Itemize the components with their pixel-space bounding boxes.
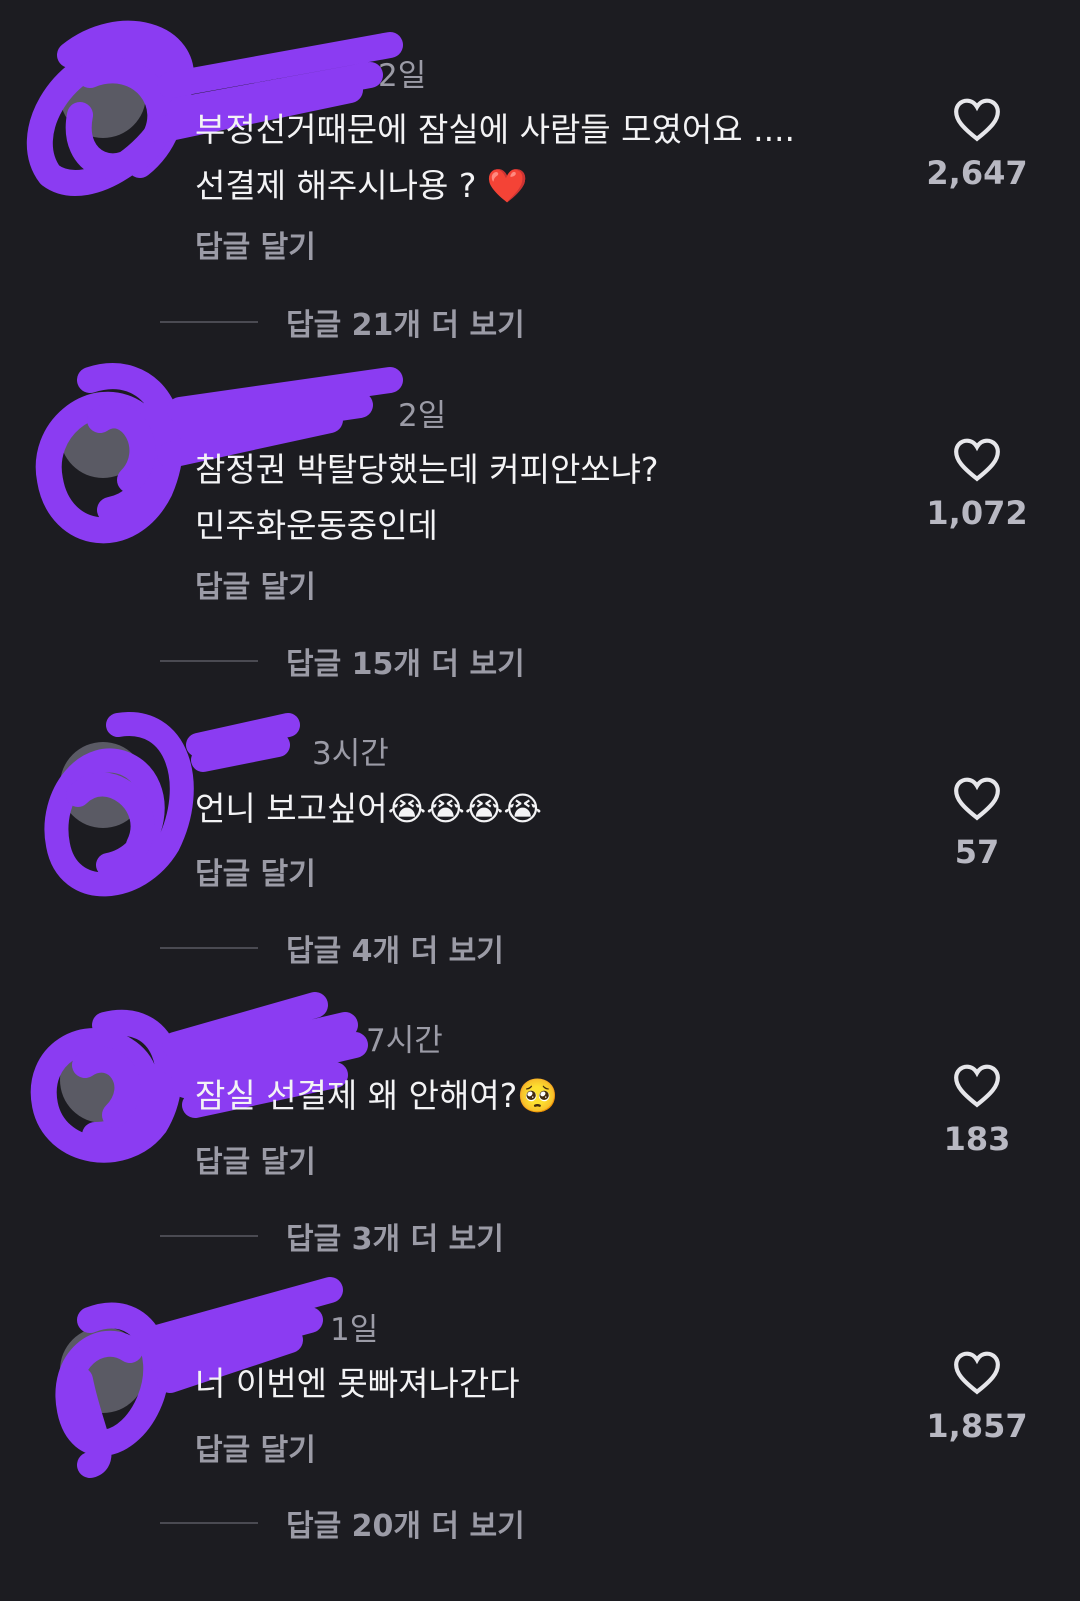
comment-text: 참정권 박탈당했는데 커피안쏘냐? 민주화운동중인데 [195, 450, 659, 545]
comment-text: 언니 보고싶어😭😭😭😭 [195, 789, 542, 828]
view-more-replies[interactable]: 답글 20개 더 보기 [160, 1501, 525, 1545]
like-count: 1,072 [926, 494, 1028, 532]
divider-line [160, 660, 258, 662]
divider-line [160, 321, 258, 323]
like-control: 57 [922, 775, 1032, 871]
reply-button[interactable]: 답글 달기 [195, 1137, 316, 1181]
divider-line [160, 1522, 258, 1524]
like-count: 1,857 [926, 1407, 1028, 1445]
comment-timestamp: 1일 [330, 1312, 379, 1348]
view-more-replies[interactable]: 답글 3개 더 보기 [160, 1214, 504, 1258]
like-control: 1,072 [922, 436, 1032, 532]
comment-timestamp: 3시간 [312, 736, 389, 772]
like-control: 183 [922, 1062, 1032, 1158]
comment-timestamp: 7시간 [366, 1023, 443, 1059]
comment-text: 부정선거때문에 잠실에 사람들 모였어요 .... 선결제 해주시나용 ? ❤️ [195, 110, 796, 205]
view-more-replies[interactable]: 답글 4개 더 보기 [160, 926, 504, 970]
reply-button[interactable]: 답글 달기 [195, 849, 316, 893]
view-more-replies-label[interactable]: 답글 21개 더 보기 [286, 300, 525, 344]
comment-timestamp: 2일 [398, 398, 447, 434]
heart-icon[interactable] [952, 1062, 1002, 1108]
view-more-replies-label[interactable]: 답글 3개 더 보기 [286, 1214, 504, 1258]
like-control: 2,647 [922, 96, 1032, 192]
like-count: 183 [943, 1120, 1011, 1158]
view-more-replies-label[interactable]: 답글 20개 더 보기 [286, 1501, 525, 1545]
view-more-replies[interactable]: 답글 15개 더 보기 [160, 639, 525, 683]
view-more-replies[interactable]: 답글 21개 더 보기 [160, 300, 525, 344]
like-count: 2,647 [926, 154, 1028, 192]
heart-icon[interactable] [952, 436, 1002, 482]
comment-text: 잠실 선결제 왜 안해여?🥺 [195, 1076, 559, 1115]
comment-text: 너 이번엔 못빠져나간다 [195, 1364, 520, 1403]
heart-icon[interactable] [952, 96, 1002, 142]
reply-button[interactable]: 답글 달기 [195, 222, 316, 266]
divider-line [160, 1235, 258, 1237]
divider-line [160, 947, 258, 949]
comment-timestamp: 2일 [378, 58, 427, 94]
view-more-replies-label[interactable]: 답글 4개 더 보기 [286, 926, 504, 970]
like-count: 57 [954, 833, 1000, 871]
view-more-replies-label[interactable]: 답글 15개 더 보기 [286, 639, 525, 683]
like-control: 1,857 [922, 1349, 1032, 1445]
reply-button[interactable]: 답글 달기 [195, 1425, 316, 1469]
reply-button[interactable]: 답글 달기 [195, 562, 316, 606]
heart-icon[interactable] [952, 775, 1002, 821]
heart-icon[interactable] [952, 1349, 1002, 1395]
